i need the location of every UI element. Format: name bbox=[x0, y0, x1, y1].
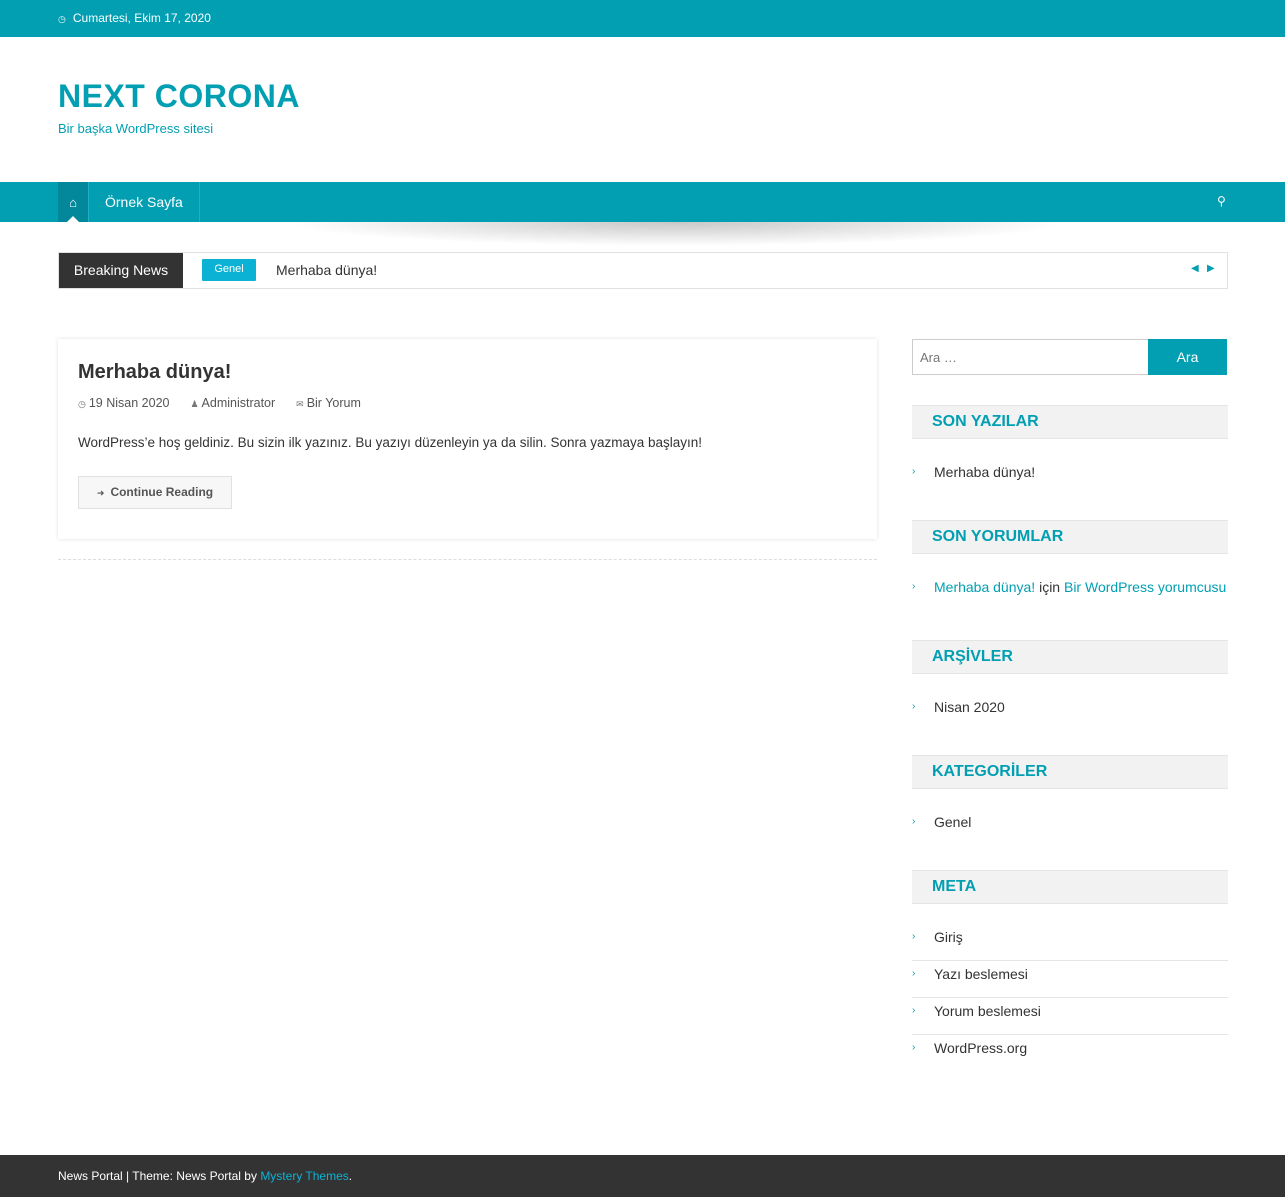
list-item: › Genel bbox=[912, 809, 1228, 846]
continue-reading-button[interactable]: ➜ Continue Reading bbox=[78, 476, 232, 509]
footer-credits: News Portal | Theme: News Portal by Myst… bbox=[58, 1169, 353, 1183]
post-excerpt: WordPress’e hoş geldiniz. Bu sizin ilk y… bbox=[78, 435, 703, 450]
list-item: › Yazı beslemesi bbox=[912, 961, 1228, 998]
widget-title-categories: KATEGORİLER bbox=[912, 755, 1228, 789]
top-bar: ◷ Cumartesi, Ekim 17, 2020 bbox=[0, 0, 1285, 37]
post-card: Merhaba dünya! ◷ 19 Nisan 2020 ♟ Administr… bbox=[58, 339, 877, 539]
meta-posts-feed-link[interactable]: Yazı beslemesi bbox=[934, 961, 1028, 987]
main-navigation: ⌂ Örnek Sayfa ⚲ bbox=[0, 182, 1285, 222]
post-comments-link[interactable]: Bir Yorum bbox=[307, 396, 361, 410]
clock-icon: ◷ bbox=[58, 14, 66, 24]
recent-post-link[interactable]: Merhaba dünya! bbox=[934, 459, 1035, 485]
search-icon[interactable]: ⚲ bbox=[1217, 194, 1226, 208]
site-tagline: Bir başka WordPress sitesi bbox=[58, 121, 214, 136]
archive-link[interactable]: Nisan 2020 bbox=[934, 694, 1005, 720]
chevron-left-icon[interactable]: ◀ bbox=[1191, 263, 1199, 274]
comment-icon: ✉ bbox=[296, 399, 304, 409]
chevron-right-icon: › bbox=[912, 701, 916, 712]
chevron-right-icon: › bbox=[912, 581, 916, 592]
post-date[interactable]: 19 Nisan 2020 bbox=[89, 396, 170, 410]
search-input[interactable] bbox=[912, 339, 1149, 375]
list-item: › Yorum beslemesi bbox=[912, 998, 1228, 1035]
comment-author-link[interactable]: Bir WordPress yorumcusu bbox=[1064, 579, 1226, 595]
widget-title-archives: ARŞİVLER bbox=[912, 640, 1228, 674]
current-date: ◷ Cumartesi, Ekim 17, 2020 bbox=[58, 11, 211, 25]
post-title[interactable]: Merhaba dünya! bbox=[78, 361, 231, 384]
widget-title-recent-posts: SON YAZILAR bbox=[912, 405, 1228, 439]
chevron-right-icon: › bbox=[912, 968, 916, 979]
list-item: › Nisan 2020 bbox=[912, 694, 1228, 731]
nav-shadow bbox=[250, 222, 1100, 248]
home-icon[interactable]: ⌂ bbox=[58, 182, 88, 222]
list-item: › WordPress.org bbox=[912, 1035, 1228, 1072]
chevron-right-icon[interactable]: ▶ bbox=[1207, 263, 1215, 274]
site-title[interactable]: NEXT CORONA bbox=[58, 78, 300, 115]
category-link[interactable]: Genel bbox=[934, 809, 971, 835]
user-icon: ♟ bbox=[190, 399, 199, 409]
chevron-right-icon: › bbox=[912, 1005, 916, 1016]
post-author[interactable]: Administrator bbox=[202, 396, 276, 410]
list-item: › Giriş bbox=[912, 924, 1228, 961]
chevron-right-icon: › bbox=[912, 1042, 916, 1053]
breaking-news-ticker: Breaking News Genel Merhaba dünya! ◀ ▶ bbox=[58, 252, 1228, 289]
comment-connector: için bbox=[1039, 579, 1061, 595]
ticker-category-badge[interactable]: Genel bbox=[202, 259, 256, 281]
chevron-right-icon: › bbox=[912, 816, 916, 827]
arrow-right-icon: ➜ bbox=[96, 488, 105, 498]
clock-icon: ◷ bbox=[78, 399, 86, 409]
ticker-headline[interactable]: Merhaba dünya! bbox=[276, 262, 377, 278]
nav-item-ornek-sayfa[interactable]: Örnek Sayfa bbox=[88, 182, 200, 222]
meta-comments-feed-link[interactable]: Yorum beslemesi bbox=[934, 998, 1041, 1024]
widget-title-recent-comments: SON YORUMLAR bbox=[912, 520, 1228, 554]
meta-login-link[interactable]: Giriş bbox=[934, 924, 963, 950]
breaking-news-label: Breaking News bbox=[59, 253, 183, 288]
recent-comment: Merhaba dünya! için Bir WordPress yorumc… bbox=[934, 574, 1226, 600]
search-submit-button[interactable]: Ara bbox=[1148, 339, 1227, 375]
post-divider bbox=[58, 559, 877, 560]
post-meta: ◷ 19 Nisan 2020 ♟ Administrator ✉ Bir Yorum bbox=[78, 396, 361, 410]
list-item: › Merhaba dünya! için Bir WordPress yoru… bbox=[912, 574, 1228, 611]
widget-title-meta: META bbox=[912, 870, 1228, 904]
site-footer: News Portal | Theme: News Portal by Myst… bbox=[0, 1155, 1285, 1197]
meta-wordpress-org-link[interactable]: WordPress.org bbox=[934, 1035, 1027, 1061]
list-item: › Merhaba dünya! bbox=[912, 459, 1228, 496]
chevron-right-icon: › bbox=[912, 466, 916, 477]
chevron-right-icon: › bbox=[912, 931, 916, 942]
footer-theme-link[interactable]: Mystery Themes bbox=[260, 1169, 348, 1183]
comment-post-link[interactable]: Merhaba dünya! bbox=[934, 579, 1035, 595]
